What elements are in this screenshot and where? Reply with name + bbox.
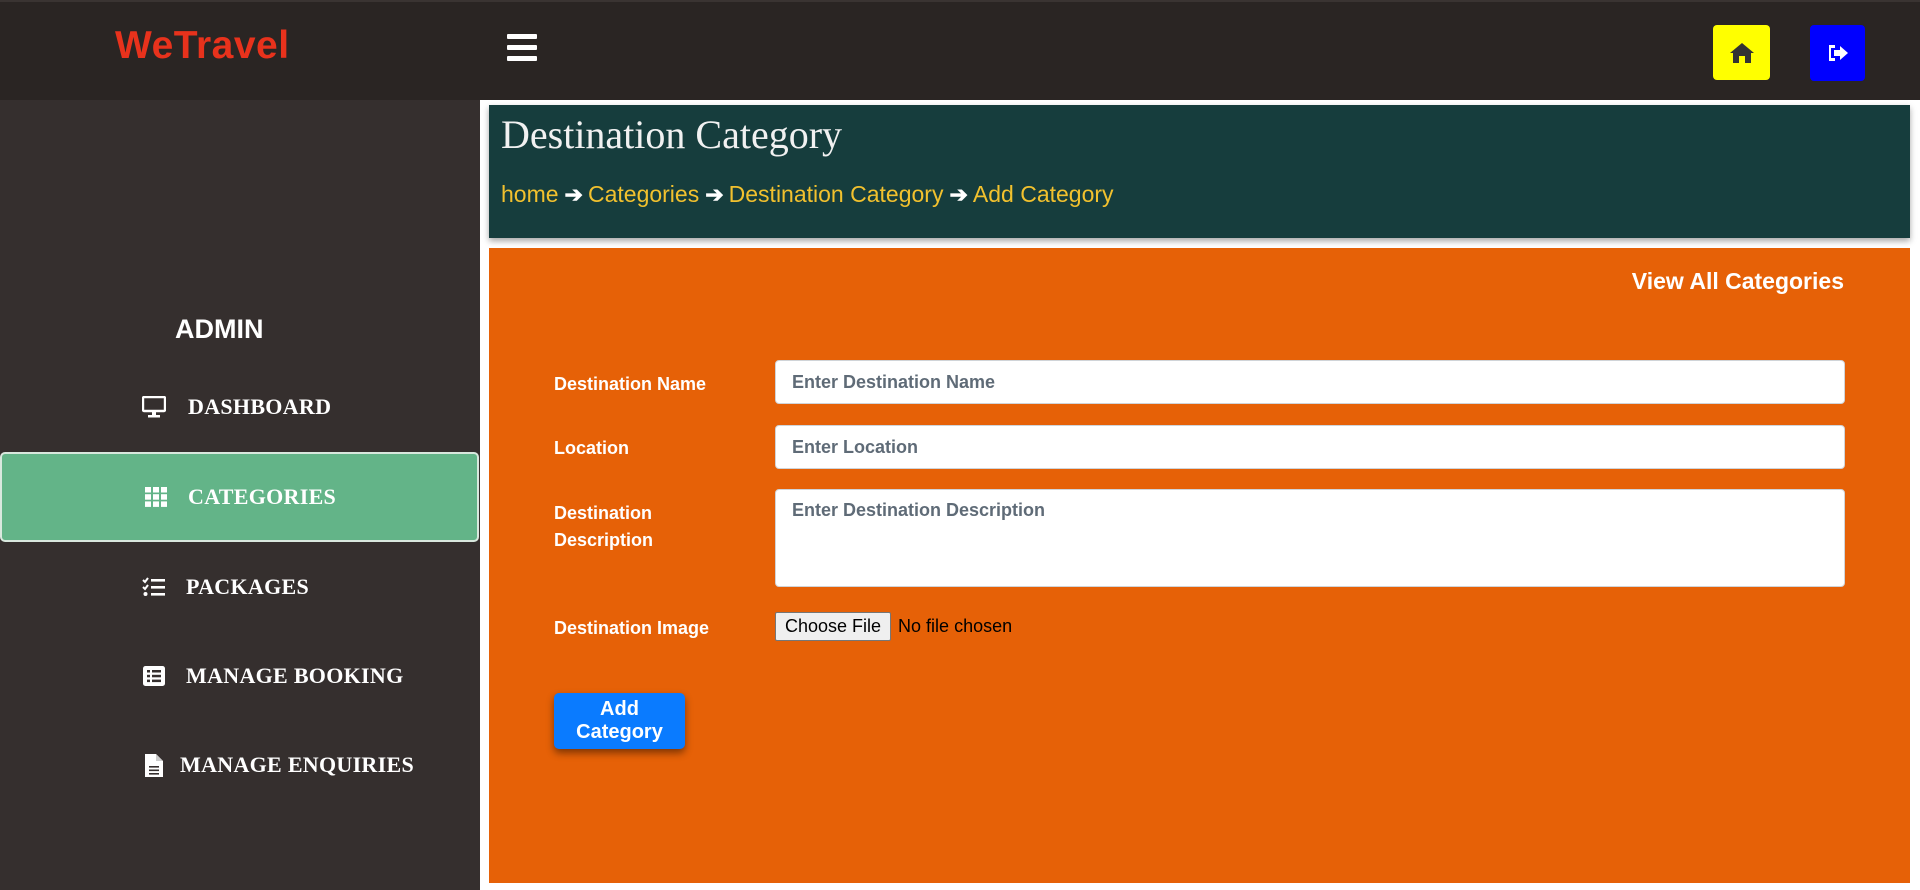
home-icon xyxy=(1729,42,1754,63)
sidebar-item-manage-booking[interactable]: MANAGE BOOKING xyxy=(0,631,480,721)
sidebar-item-label: PACKAGES xyxy=(186,574,310,599)
page-header: Destination Category home ➔ Categories ➔… xyxy=(489,105,1910,238)
page-title: Destination Category xyxy=(501,112,843,157)
sidebar-item-label: CATEGORIES xyxy=(188,484,337,509)
destination-name-label: Destination Name xyxy=(554,374,707,394)
breadcrumb: home ➔ Categories ➔ Destination Category… xyxy=(501,181,1114,208)
sidebar-item-manage-enquiries[interactable]: MANAGE ENQUIRIES xyxy=(0,720,480,810)
location-label: Location xyxy=(554,438,629,458)
destination-description-label-line2: Description xyxy=(554,530,654,550)
top-navbar: WeTravel xyxy=(0,0,1920,100)
choose-file-button[interactable]: Choose File xyxy=(775,612,892,641)
arrow-right-icon: ➔ xyxy=(564,181,583,207)
brand-logo[interactable]: WeTravel xyxy=(115,24,290,68)
breadcrumb-categories[interactable]: Categories xyxy=(588,181,699,208)
content-gutter xyxy=(480,100,489,890)
destination-image-label: Destination Image xyxy=(554,618,710,638)
destination-description-input[interactable] xyxy=(775,489,1845,587)
breadcrumb-destination-category[interactable]: Destination Category xyxy=(729,181,944,208)
sidebar-heading: ADMIN xyxy=(175,314,264,344)
location-input[interactable] xyxy=(775,425,1845,469)
desktop-icon xyxy=(141,394,167,420)
grid-icon xyxy=(143,484,169,510)
sidebar-item-label: MANAGE ENQUIRIES xyxy=(180,752,414,777)
sidebar-item-categories[interactable]: CATEGORIES xyxy=(0,452,479,542)
destination-description-label: Destination Description xyxy=(554,500,653,554)
breadcrumb-add-category: Add Category xyxy=(972,181,1114,207)
destination-description-label-line1: Destination xyxy=(554,503,653,523)
file-status-text: No file chosen xyxy=(898,616,1013,636)
add-category-button[interactable]: Add Category xyxy=(554,693,685,749)
file-icon xyxy=(141,752,167,778)
checklist-icon xyxy=(141,574,167,600)
sign-out-icon xyxy=(1828,45,1848,61)
destination-image-file-input[interactable]: Choose File No file chosen xyxy=(775,612,1012,641)
view-all-categories-link[interactable]: View All Categories xyxy=(1632,268,1844,295)
arrow-right-icon: ➔ xyxy=(949,181,968,207)
home-button[interactable] xyxy=(1713,25,1770,80)
logout-button[interactable] xyxy=(1810,25,1865,81)
hamburger-icon[interactable] xyxy=(507,34,537,62)
sidebar: ADMIN DASHBOARD CATEGORIES PACKAGES MANA… xyxy=(0,100,480,890)
destination-name-input[interactable] xyxy=(775,360,1845,404)
sidebar-item-dashboard[interactable]: DASHBOARD xyxy=(0,362,480,452)
arrow-right-icon: ➔ xyxy=(705,181,724,207)
sidebar-item-label: MANAGE BOOKING xyxy=(186,663,404,688)
breadcrumb-home[interactable]: home xyxy=(501,181,559,208)
list-icon xyxy=(141,663,167,689)
sidebar-item-label: DASHBOARD xyxy=(188,394,332,419)
add-category-form: View All Categories Destination Name Loc… xyxy=(489,248,1910,883)
sidebar-item-packages[interactable]: PACKAGES xyxy=(0,542,480,632)
